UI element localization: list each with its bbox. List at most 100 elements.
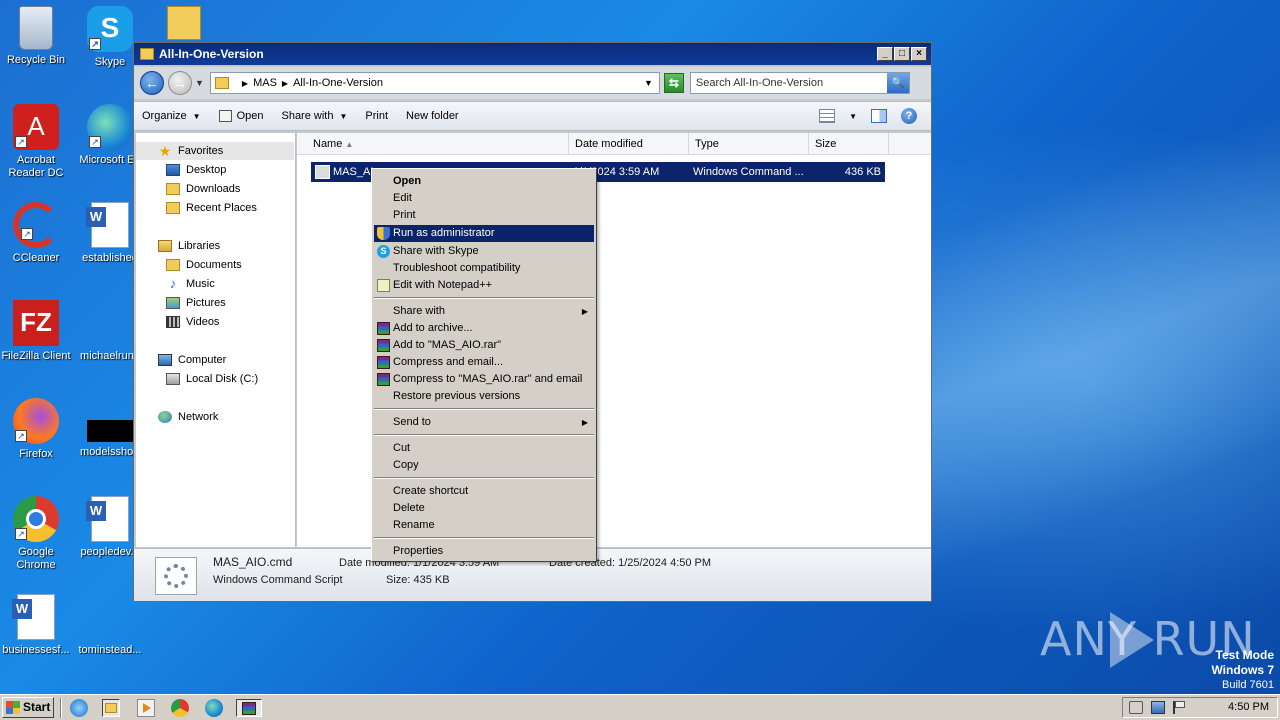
search-box[interactable]: Search All-In-One-Version 🔍 — [689, 72, 910, 94]
share-with-button[interactable]: Share with ▼ — [281, 110, 347, 122]
menu-item-restore-previous[interactable]: Restore previous versions — [374, 388, 594, 405]
desktop-icon-recycle-bin[interactable]: Recycle Bin — [0, 6, 72, 67]
internet-explorer-icon[interactable] — [70, 699, 88, 717]
taskbar-clock[interactable]: 4:50 PM — [1228, 698, 1269, 717]
column-header-date-modified[interactable]: Date modified — [569, 133, 689, 155]
speaker-icon[interactable] — [1129, 701, 1143, 714]
menu-item-cut[interactable]: Cut — [374, 440, 594, 457]
column-label: Name — [313, 138, 343, 150]
desktop-icon-tominstead[interactable]: tominstead... — [74, 594, 146, 657]
chrome-icon[interactable] — [171, 699, 189, 717]
search-input[interactable]: Search All-In-One-Version — [696, 77, 823, 89]
desktop-icon-chrome[interactable]: ↗ Google Chrome — [0, 496, 72, 572]
menu-item-properties[interactable]: Properties — [374, 543, 594, 560]
nav-label: Documents — [186, 259, 242, 271]
print-button[interactable]: Print — [365, 110, 388, 122]
close-button[interactable]: × — [911, 47, 927, 61]
desktop-icon-ccleaner[interactable]: ↗ CCleaner — [0, 202, 72, 265]
explorer-taskbar-button[interactable] — [102, 699, 120, 717]
sort-ascending-icon: ▲ — [345, 140, 354, 149]
menu-item-delete[interactable]: Delete — [374, 500, 594, 517]
edge-icon: ↗ — [87, 104, 133, 150]
maximize-button[interactable]: □ — [894, 47, 910, 61]
column-header-name[interactable]: Name ▲ — [307, 133, 569, 155]
breadcrumb-segment[interactable]: MAS — [253, 77, 277, 89]
menu-item-share-with[interactable]: Share with ▶ — [374, 303, 594, 320]
nav-item-pictures[interactable]: Pictures — [166, 294, 226, 312]
nav-item-documents[interactable]: Documents — [166, 256, 242, 274]
nav-item-desktop[interactable]: Desktop — [166, 161, 226, 179]
edge-icon[interactable] — [205, 699, 223, 717]
menu-item-label: Run as administrator — [393, 227, 495, 239]
new-folder-button[interactable]: New folder — [406, 110, 459, 122]
menu-item-copy[interactable]: Copy — [374, 457, 594, 474]
winrar-icon — [377, 322, 390, 335]
new-folder-label: New folder — [406, 110, 459, 122]
minimize-button[interactable]: _ — [877, 47, 893, 61]
submenu-arrow-icon: ▶ — [581, 307, 588, 316]
nav-item-favorites[interactable]: ★ Favorites — [136, 142, 294, 160]
nav-item-network[interactable]: Network — [158, 408, 218, 426]
nav-item-videos[interactable]: Videos — [166, 313, 219, 331]
chevron-down-icon[interactable]: ▼ — [644, 78, 653, 88]
column-header-size[interactable]: Size — [809, 133, 889, 155]
action-center-flag-icon[interactable] — [1173, 701, 1187, 714]
chevron-right-icon[interactable]: ▶ — [282, 79, 288, 88]
forward-button[interactable]: → — [168, 71, 192, 95]
desktop-icon-label: Google Chrome — [16, 546, 56, 571]
start-label: Start — [23, 700, 51, 714]
menu-item-run-as-administrator[interactable]: Run as administrator — [374, 225, 594, 242]
recent-pages-dropdown[interactable]: ▼ — [195, 78, 204, 88]
breadcrumb-segment[interactable]: All-In-One-Version — [293, 77, 383, 89]
menu-item-compress-email[interactable]: Compress and email... — [374, 354, 594, 371]
menu-item-compress-rar-email[interactable]: Compress to "MAS_AIO.rar" and email — [374, 371, 594, 388]
open-icon — [218, 110, 232, 122]
menu-item-edit-notepad-plus[interactable]: Edit with Notepad++ — [374, 277, 594, 294]
start-button[interactable]: Start — [2, 697, 54, 718]
preview-pane-icon[interactable] — [871, 109, 887, 123]
menu-item-open[interactable]: Open — [374, 173, 594, 190]
menu-item-add-to-rar[interactable]: Add to "MAS_AIO.rar" — [374, 337, 594, 354]
menu-item-create-shortcut[interactable]: Create shortcut — [374, 483, 594, 500]
filezilla-icon: FZ — [13, 300, 59, 346]
organize-label: Organize — [142, 110, 187, 122]
column-header-type[interactable]: Type — [689, 133, 809, 155]
desktop-icon-firefox[interactable]: ↗ Firefox — [0, 398, 72, 461]
organize-button[interactable]: Organize ▼ — [142, 110, 201, 122]
menu-item-add-to-archive[interactable]: Add to archive... — [374, 320, 594, 337]
window-titlebar[interactable]: All-In-One-Version — [134, 43, 931, 65]
open-button[interactable]: Open — [218, 110, 263, 122]
network-tray-icon[interactable] — [1151, 701, 1165, 714]
refresh-button[interactable]: ⇆ — [663, 73, 684, 93]
desktop-icon-businessesf[interactable]: W businessesf... — [0, 594, 72, 657]
chevron-down-icon[interactable]: ▼ — [849, 112, 857, 121]
nav-item-libraries[interactable]: Libraries — [158, 237, 220, 255]
nav-item-recent-places[interactable]: Recent Places — [166, 199, 257, 217]
nav-item-downloads[interactable]: Downloads — [166, 180, 240, 198]
media-player-icon[interactable] — [137, 699, 155, 717]
desktop-icon-label: CCleaner — [12, 252, 60, 264]
desktop-icon-filezilla[interactable]: FZ FileZilla Client — [0, 300, 72, 363]
nav-item-local-disk[interactable]: Local Disk (C:) — [166, 370, 258, 388]
nav-item-music[interactable]: ♪ Music — [166, 275, 215, 293]
menu-item-rename[interactable]: Rename — [374, 517, 594, 534]
folder-icon — [214, 77, 229, 89]
nav-item-computer[interactable]: Computer — [158, 351, 226, 369]
help-icon[interactable]: ? — [901, 108, 917, 124]
menu-item-send-to[interactable]: Send to ▶ — [374, 414, 594, 431]
search-icon[interactable]: 🔍 — [886, 73, 909, 93]
submenu-arrow-icon: ▶ — [581, 418, 588, 427]
view-options-icon[interactable] — [819, 109, 836, 123]
desktop-icon-acrobat[interactable]: A ↗ Acrobat Reader DC — [0, 104, 72, 180]
menu-item-troubleshoot[interactable]: Troubleshoot compatibility — [374, 260, 594, 277]
address-bar[interactable]: ▶ MAS ▶ All-In-One-Version ▼ — [209, 72, 660, 94]
menu-item-print[interactable]: Print — [374, 207, 594, 224]
menu-item-edit[interactable]: Edit — [374, 190, 594, 207]
recent-places-icon — [166, 202, 180, 214]
desktop-icon-folder[interactable] — [148, 6, 220, 44]
winrar-taskbar-button[interactable] — [236, 699, 262, 717]
drive-icon — [166, 373, 180, 385]
menu-item-share-skype[interactable]: S Share with Skype — [374, 243, 594, 260]
back-button[interactable]: ← — [140, 71, 164, 95]
chevron-right-icon[interactable]: ▶ — [242, 79, 248, 88]
